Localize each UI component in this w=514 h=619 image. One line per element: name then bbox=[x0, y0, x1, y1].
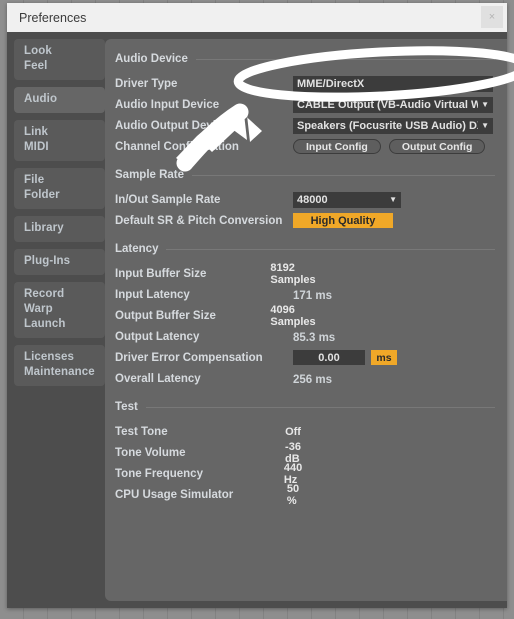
sidebar-item-look-feel[interactable]: Look Feel bbox=[14, 39, 105, 80]
default-sr-pitch-conversion-label: Default SR & Pitch Conversion bbox=[115, 214, 283, 227]
preferences-sidebar: Look Feel Audio Link MIDI File Folder Li… bbox=[7, 32, 105, 608]
channel-configuration-label: Channel Configuration bbox=[115, 140, 239, 153]
sidebar-item-label: File bbox=[24, 174, 45, 186]
output-latency-value: 85.3 ms bbox=[293, 331, 336, 344]
inout-sample-rate-label: In/Out Sample Rate bbox=[115, 193, 221, 206]
inout-sample-rate-dropdown[interactable]: 48000 ▼ bbox=[293, 191, 401, 208]
sidebar-item-label: Licenses bbox=[24, 351, 75, 363]
driver-type-dropdown[interactable]: MME/DirectX ▼ bbox=[293, 75, 493, 92]
audio-input-device-label: Audio Input Device bbox=[115, 98, 220, 111]
input-latency-label: Input Latency bbox=[115, 288, 190, 301]
tone-volume-label: Tone Volume bbox=[115, 446, 186, 459]
cpu-usage-simulator-label: CPU Usage Simulator bbox=[115, 488, 234, 501]
preferences-dialog: Preferences × Look Feel Audio Link MIDI … bbox=[7, 3, 507, 608]
sidebar-item-link-midi[interactable]: Link MIDI bbox=[14, 120, 105, 161]
sidebar-item-plug-ins[interactable]: Plug-Ins bbox=[14, 249, 105, 275]
overall-latency-label: Overall Latency bbox=[115, 372, 201, 385]
driver-type-label: Driver Type bbox=[115, 77, 178, 90]
sidebar-item-label: Maintenance bbox=[24, 366, 95, 378]
sidebar-item-label: Audio bbox=[24, 93, 58, 105]
driver-type-value: MME/DirectX bbox=[297, 77, 365, 90]
dialog-body: Look Feel Audio Link MIDI File Folder Li… bbox=[7, 32, 507, 608]
row-driver-type: Driver Type MME/DirectX ▼ bbox=[115, 73, 495, 94]
sidebar-item-record-warp-launch[interactable]: Record Warp Launch bbox=[14, 282, 105, 338]
audio-input-device-dropdown[interactable]: CABLE Output (VB-Audio Virtual Wave ▼ bbox=[293, 96, 493, 113]
audio-output-device-value: Speakers (Focusrite USB Audio) DX bbox=[297, 119, 479, 132]
preferences-content-audio: Audio Device Driver Type MME/DirectX ▼ A… bbox=[105, 39, 507, 601]
sidebar-item-audio[interactable]: Audio bbox=[14, 87, 105, 113]
chevron-down-icon: ▼ bbox=[481, 121, 489, 130]
section-title: Test bbox=[115, 401, 138, 413]
section-rule bbox=[192, 174, 495, 176]
sidebar-item-label: Warp bbox=[24, 303, 53, 315]
section-header-test: Test bbox=[115, 397, 495, 417]
close-icon[interactable]: × bbox=[481, 6, 503, 28]
tone-frequency-label: Tone Frequency bbox=[115, 467, 203, 480]
section-title: Latency bbox=[115, 243, 159, 255]
sidebar-item-label: Look bbox=[24, 45, 52, 57]
row-tone-frequency: Tone Frequency 440 Hz bbox=[115, 462, 495, 486]
output-latency-label: Output Latency bbox=[115, 330, 200, 343]
driver-error-compensation-label: Driver Error Compensation bbox=[115, 351, 263, 364]
sidebar-item-label: Launch bbox=[24, 318, 66, 330]
row-audio-output-device: Audio Output Device Speakers (Focusrite … bbox=[115, 115, 495, 136]
row-channel-configuration: Channel Configuration Input Config Outpu… bbox=[115, 136, 495, 157]
sidebar-item-file-folder[interactable]: File Folder bbox=[14, 168, 105, 209]
row-driver-error-compensation: Driver Error Compensation 0.00 ms bbox=[115, 347, 495, 368]
default-sr-pitch-conversion-toggle[interactable]: High Quality bbox=[293, 213, 393, 228]
section-header-audio-device: Audio Device bbox=[115, 49, 495, 69]
sidebar-item-label: Record bbox=[24, 288, 65, 300]
section-rule bbox=[166, 248, 495, 250]
row-test-tone: Test Tone Off bbox=[115, 421, 495, 442]
row-output-buffer-size: Output Buffer Size 4096 Samples bbox=[115, 304, 495, 328]
chevron-down-icon: ▼ bbox=[481, 100, 489, 109]
row-output-latency: Output Latency 85.3 ms bbox=[115, 326, 495, 347]
row-default-sr-pitch-conversion: Default SR & Pitch Conversion High Quali… bbox=[115, 210, 495, 231]
chevron-down-icon: ▼ bbox=[389, 195, 397, 204]
row-input-buffer-size: Input Buffer Size 8192 Samples bbox=[115, 262, 495, 286]
section-rule bbox=[145, 406, 495, 408]
row-input-latency: Input Latency 171 ms bbox=[115, 284, 495, 305]
row-overall-latency: Overall Latency 256 ms bbox=[115, 368, 495, 389]
sidebar-item-licenses-maintenance[interactable]: Licenses Maintenance bbox=[14, 345, 105, 386]
chevron-down-icon: ▼ bbox=[481, 79, 489, 88]
sidebar-item-label: MIDI bbox=[24, 141, 49, 153]
overall-latency-value: 256 ms bbox=[293, 373, 333, 386]
sidebar-item-label: Library bbox=[24, 222, 64, 234]
driver-error-compensation-input[interactable]: 0.00 bbox=[293, 350, 365, 365]
inout-sample-rate-value: 48000 bbox=[297, 193, 328, 206]
row-cpu-usage-simulator: CPU Usage Simulator 50 % bbox=[115, 483, 495, 507]
sidebar-item-label: Feel bbox=[24, 60, 48, 72]
dialog-titlebar: Preferences × bbox=[7, 3, 507, 32]
driver-error-compensation-unit-toggle[interactable]: ms bbox=[371, 350, 397, 365]
section-title: Audio Device bbox=[115, 53, 188, 65]
audio-output-device-dropdown[interactable]: Speakers (Focusrite USB Audio) DX ▼ bbox=[293, 117, 493, 134]
dialog-title: Preferences bbox=[19, 10, 87, 25]
row-inout-sample-rate: In/Out Sample Rate 48000 ▼ bbox=[115, 189, 495, 210]
row-tone-volume: Tone Volume -36 dB bbox=[115, 441, 495, 465]
input-latency-value: 171 ms bbox=[293, 289, 333, 302]
section-header-sample-rate: Sample Rate bbox=[115, 165, 495, 185]
row-audio-input-device: Audio Input Device CABLE Output (VB-Audi… bbox=[115, 94, 495, 115]
input-config-button[interactable]: Input Config bbox=[293, 139, 381, 154]
section-title: Sample Rate bbox=[115, 169, 185, 181]
audio-input-device-value: CABLE Output (VB-Audio Virtual Wave bbox=[297, 98, 479, 111]
audio-output-device-label: Audio Output Device bbox=[115, 119, 229, 132]
input-buffer-size-label: Input Buffer Size bbox=[115, 267, 207, 280]
output-buffer-size-label: Output Buffer Size bbox=[115, 309, 216, 322]
sidebar-item-label: Link bbox=[24, 126, 49, 138]
sidebar-item-label: Plug-Ins bbox=[24, 255, 71, 267]
section-rule bbox=[195, 58, 495, 60]
test-tone-label: Test Tone bbox=[115, 425, 168, 438]
section-header-latency: Latency bbox=[115, 239, 495, 259]
sidebar-item-library[interactable]: Library bbox=[14, 216, 105, 242]
sidebar-item-label: Folder bbox=[24, 189, 60, 201]
output-config-button[interactable]: Output Config bbox=[388, 139, 486, 154]
